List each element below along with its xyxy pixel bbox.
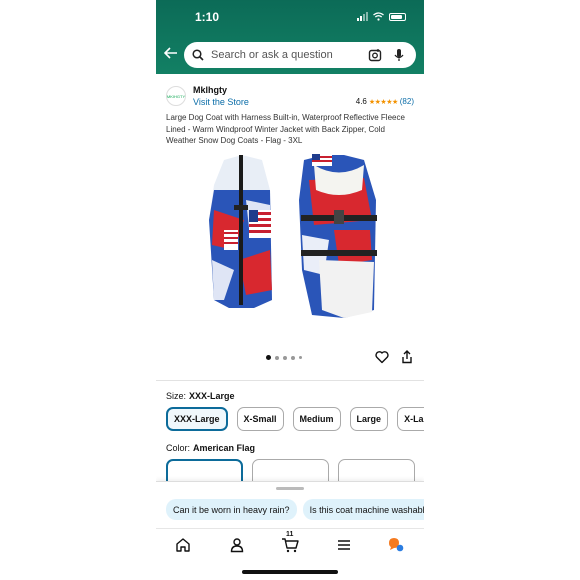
carousel-dot[interactable] [266,355,271,360]
product-title: Large Dog Coat with Harness Built-in, Wa… [166,113,405,145]
question-chips: Can it be worn in heavy rain? Is this co… [166,499,424,520]
status-icons [357,12,406,21]
size-option-x-large[interactable]: X-Large [397,407,424,431]
color-label: Color: American Flag [166,443,256,453]
rating-count[interactable]: (82) [400,97,414,106]
rating-summary[interactable]: 4.6 ★★★★★ (82) [356,97,414,106]
image-carousel-dots[interactable] [266,355,302,360]
wifi-icon [373,12,384,21]
size-label: Size: XXX-Large [166,391,235,401]
size-option-xxx-large[interactable]: XXX-Large [166,407,228,431]
size-options: XXX-Large X-Small Medium Large X-Large [166,407,424,431]
size-option-x-small[interactable]: X-Small [236,407,284,431]
back-arrow-icon[interactable] [163,46,178,64]
cart-count: 11 [286,531,294,538]
size-option-medium[interactable]: Medium [292,407,341,431]
signal-icon [357,12,368,21]
selected-color: American Flag [193,443,256,453]
product-image[interactable] [184,150,394,335]
microphone-icon[interactable] [392,48,406,62]
rating-value: 4.6 [355,97,367,106]
carousel-dot[interactable] [299,356,302,359]
sheet-handle[interactable] [276,487,304,490]
home-icon[interactable] [175,537,191,553]
share-icon[interactable] [400,350,414,364]
header-bar: 1:10 Search or ask a question [156,0,424,74]
home-indicator[interactable] [242,570,338,574]
section-divider [156,380,424,381]
question-chip[interactable]: Can it be worn in heavy rain? [166,499,297,520]
rufus-icon[interactable] [388,537,404,553]
carousel-dot[interactable] [291,355,295,360]
search-input[interactable]: Search or ask a question [211,49,368,61]
battery-icon [389,12,406,21]
selected-size: XXX-Large [189,391,235,401]
status-time: 1:10 [195,10,220,24]
suggested-questions-panel: Can it be worn in heavy rain? Is this co… [156,481,424,528]
visit-store-link[interactable]: Visit the Store [193,97,249,107]
size-option-large[interactable]: Large [349,407,389,431]
carousel-dot[interactable] [275,355,279,360]
carousel-dot[interactable] [283,355,287,360]
account-icon[interactable] [229,537,245,553]
camera-lens-icon[interactable] [368,48,382,62]
cart-icon[interactable]: 11 [281,531,299,553]
heart-icon[interactable] [375,350,389,364]
seller-row: MKIHGTY Mklhgty Visit the Store 4.6 ★★★★… [166,84,414,108]
star-rating-icon: ★★★★★ [368,98,398,106]
phone-screen: 1:10 Search or ask a question MKIHGTY Mk… [156,0,424,580]
seller-name: Mklhgty [193,85,228,95]
menu-icon[interactable] [336,537,352,553]
search-bar[interactable]: Search or ask a question [184,42,416,68]
question-chip[interactable]: Is this coat machine washable? [302,499,424,520]
seller-logo[interactable]: MKIHGTY [166,86,186,106]
search-icon [192,49,204,61]
